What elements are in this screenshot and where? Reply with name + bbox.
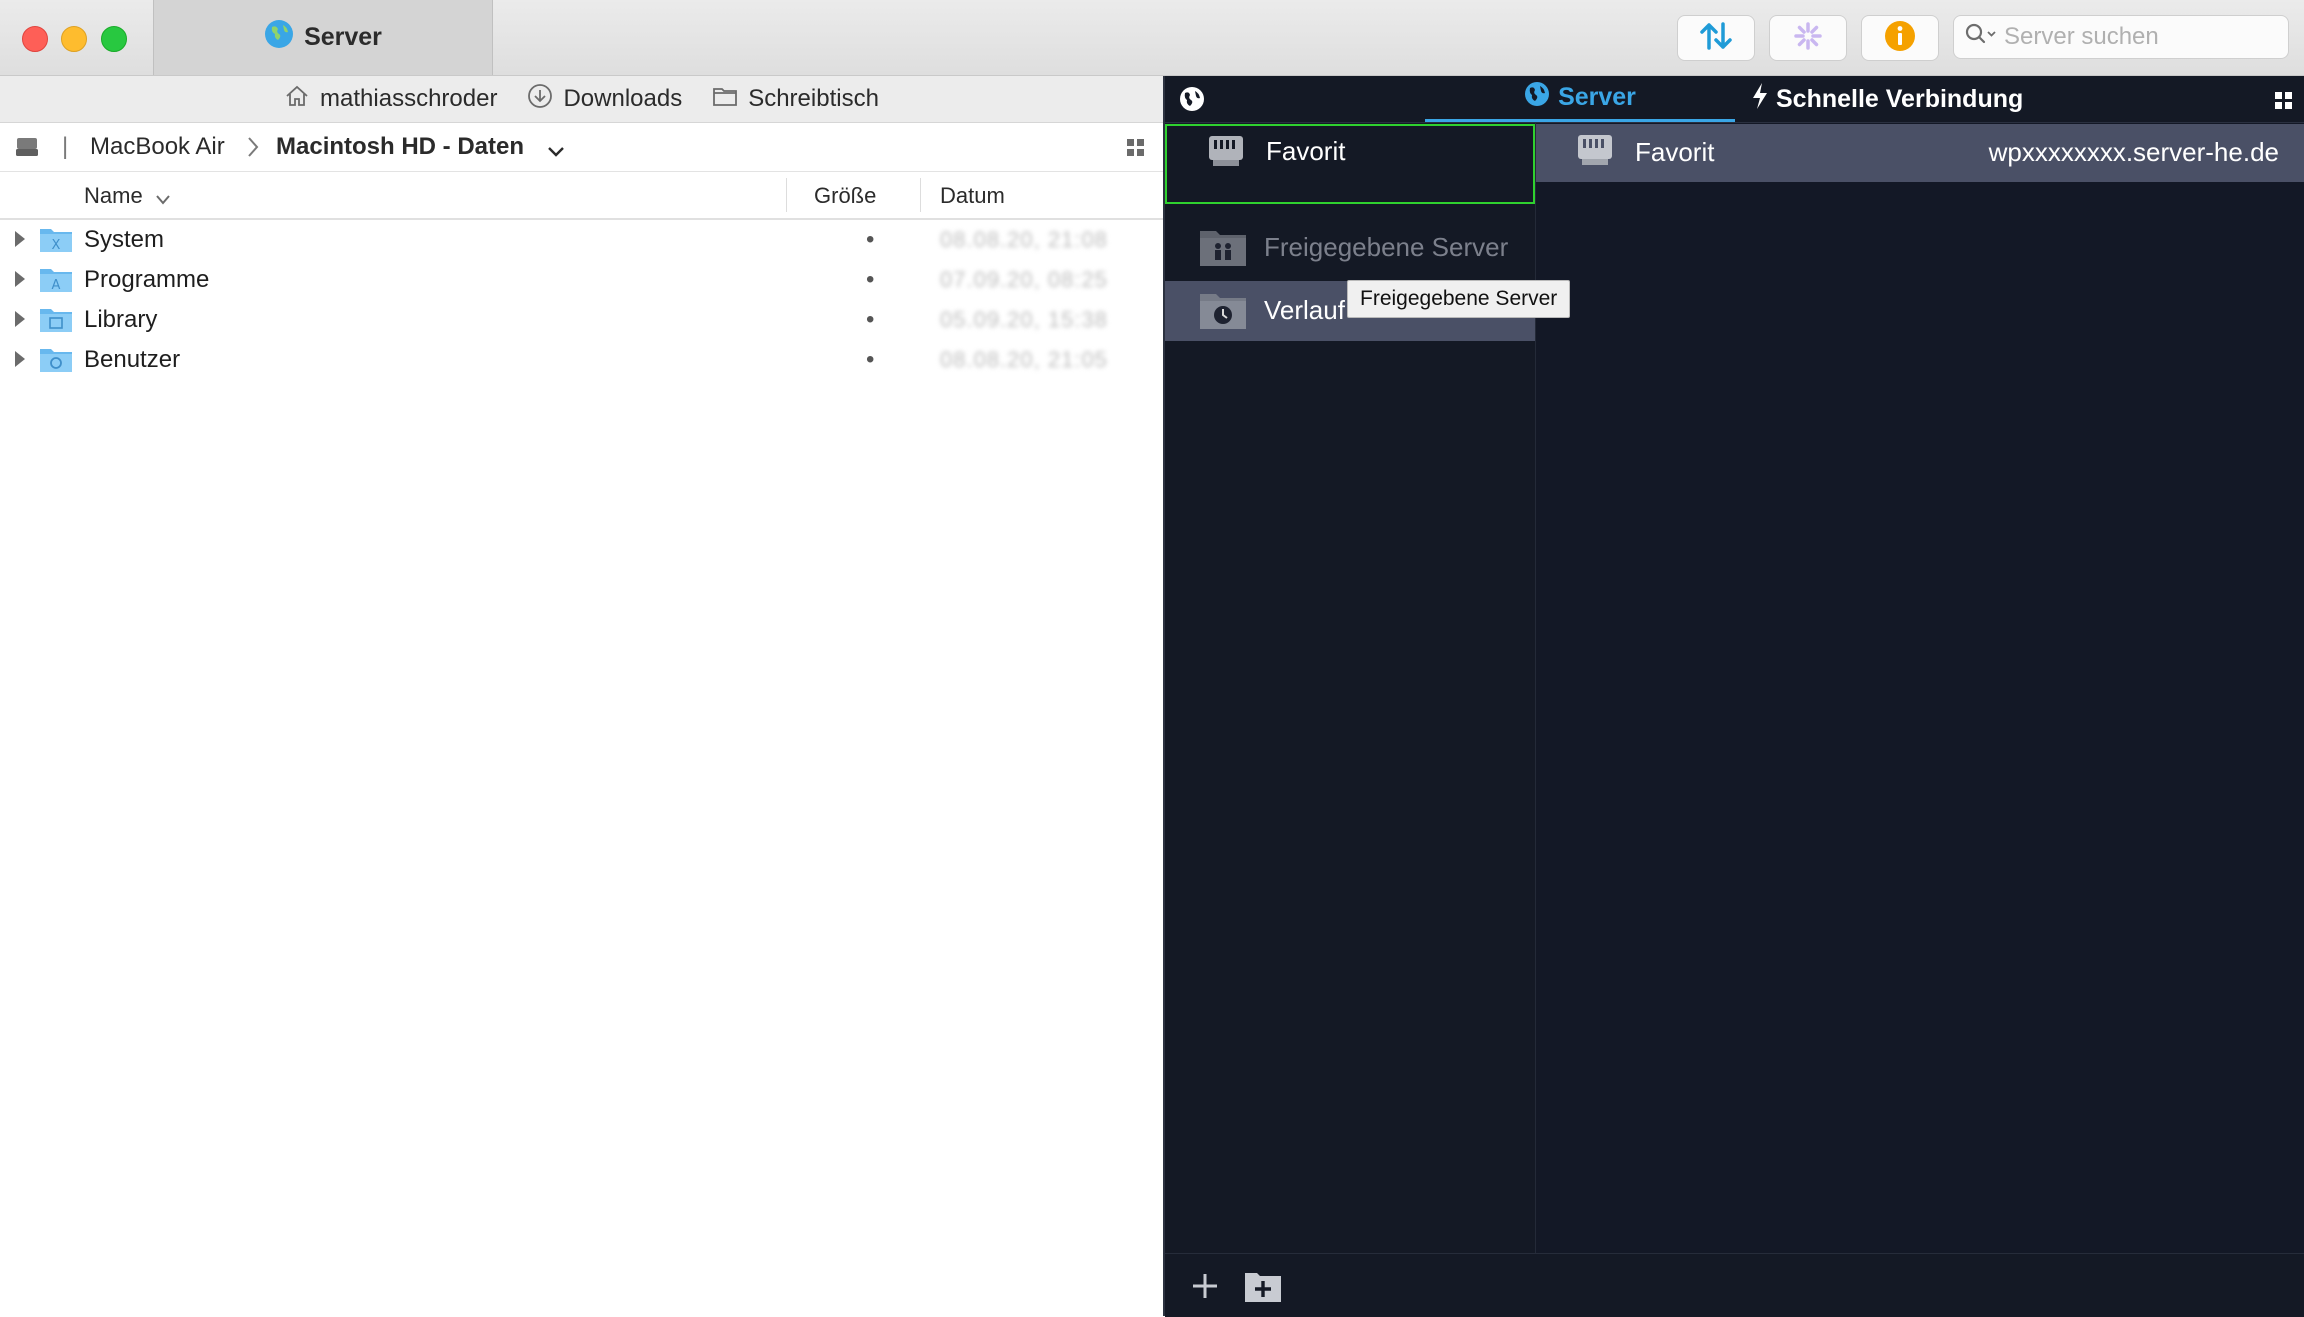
window-tab-server[interactable]: Server bbox=[153, 0, 493, 75]
tab-server-label: Server bbox=[1558, 83, 1636, 111]
file-name: System bbox=[84, 226, 165, 253]
applications-folder-icon: A bbox=[39, 265, 73, 300]
zoom-window-button[interactable] bbox=[101, 26, 127, 52]
file-row[interactable]: Benutzer • 08.08.20, 21:05 bbox=[0, 339, 1163, 379]
favorite-home-label: mathiasschroder bbox=[320, 85, 498, 112]
file-date: 07.09.20, 08:25 bbox=[940, 267, 1108, 292]
path-bar: | MacBook Air Macintosh HD - Daten bbox=[0, 123, 1163, 172]
favorite-home[interactable]: mathiasschroder bbox=[284, 84, 497, 115]
hard-drive-icon[interactable] bbox=[14, 135, 42, 166]
disclosure-triangle-icon[interactable] bbox=[12, 268, 28, 296]
add-icon[interactable] bbox=[1189, 1270, 1221, 1307]
server-host: wpxxxxxxxx.server-he.de bbox=[1988, 137, 2279, 167]
tab-server[interactable]: Server bbox=[1425, 76, 1735, 122]
column-header-name[interactable]: Name bbox=[84, 183, 143, 209]
sidebar-item-label: Favorit bbox=[1266, 136, 1346, 166]
favorite-downloads-label: Downloads bbox=[563, 85, 683, 112]
globe-icon[interactable] bbox=[1179, 86, 1205, 119]
globe-icon bbox=[264, 19, 294, 56]
spinner-icon bbox=[1793, 21, 1823, 56]
disclosure-triangle-icon[interactable] bbox=[12, 348, 28, 376]
sidebar-item-shared-servers[interactable]: Freigegebene Server bbox=[1165, 219, 1535, 275]
file-date: 05.09.20, 15:38 bbox=[940, 307, 1108, 332]
column-divider[interactable] bbox=[920, 178, 921, 212]
activity-button[interactable] bbox=[1769, 15, 1847, 61]
chevron-down-icon[interactable] bbox=[546, 139, 566, 167]
file-size: • bbox=[866, 346, 875, 373]
transfer-button[interactable] bbox=[1677, 15, 1755, 61]
window-tab-label: Server bbox=[304, 23, 382, 51]
ethernet-server-icon bbox=[1574, 131, 1616, 176]
file-row[interactable]: A Programme • 07.09.20, 08:25 bbox=[0, 259, 1163, 299]
favorite-desktop[interactable]: Schreibtisch bbox=[712, 85, 879, 114]
path-volume[interactable]: Macintosh HD - Daten bbox=[276, 133, 524, 161]
library-folder-icon bbox=[39, 305, 73, 340]
server-list-row[interactable]: Favorit wpxxxxxxxx.server-he.de bbox=[1536, 124, 2304, 182]
tooltip: Freigegebene Server bbox=[1347, 280, 1571, 318]
sidebar-item-label: Verlauf bbox=[1264, 295, 1345, 325]
column-divider[interactable] bbox=[786, 178, 787, 212]
column-headers: Name Größe Datum bbox=[0, 172, 1163, 220]
disclosure-triangle-icon[interactable] bbox=[12, 308, 28, 336]
tab-quick-connect[interactable]: Schnelle Verbindung bbox=[1750, 76, 2023, 122]
history-folder-icon bbox=[1199, 288, 1247, 335]
grid-view-icon[interactable] bbox=[1126, 137, 1146, 165]
file-name: Benutzer bbox=[84, 346, 181, 373]
file-size: • bbox=[866, 306, 875, 333]
grid-view-icon[interactable] bbox=[2274, 89, 2294, 118]
file-size: • bbox=[866, 226, 875, 253]
file-date: 08.08.20, 21:05 bbox=[940, 347, 1108, 372]
server-search-field[interactable]: Server suchen bbox=[1953, 15, 2289, 59]
column-header-size[interactable]: Größe bbox=[814, 183, 876, 209]
file-name: Programme bbox=[84, 266, 210, 293]
file-size: • bbox=[866, 266, 875, 293]
favorite-downloads[interactable]: Downloads bbox=[527, 83, 682, 116]
download-icon bbox=[527, 83, 553, 116]
globe-icon bbox=[1524, 81, 1550, 114]
home-icon bbox=[284, 84, 310, 115]
file-row[interactable]: Library • 05.09.20, 15:38 bbox=[0, 299, 1163, 339]
server-panel-tabs: Server Schnelle Verbindung bbox=[1165, 76, 2304, 123]
minimize-window-button[interactable] bbox=[61, 26, 87, 52]
chevron-right-icon bbox=[244, 134, 262, 167]
info-icon bbox=[1884, 20, 1916, 57]
up-down-arrows-icon bbox=[1698, 21, 1734, 56]
favorites-bar: mathiasschroder Downloads Schreibtisch bbox=[0, 76, 1163, 123]
svg-text:A: A bbox=[52, 278, 61, 293]
file-row[interactable]: X System • 08.08.20, 21:08 bbox=[0, 219, 1163, 259]
file-name: Library bbox=[84, 306, 158, 333]
add-folder-icon[interactable] bbox=[1244, 1269, 1282, 1308]
tab-quick-connect-label: Schnelle Verbindung bbox=[1776, 84, 2024, 113]
svg-text:X: X bbox=[52, 238, 61, 253]
users-folder-icon bbox=[39, 345, 73, 380]
search-placeholder: Server suchen bbox=[2004, 23, 2159, 50]
path-device[interactable]: MacBook Air bbox=[90, 133, 225, 161]
sort-chevron-icon[interactable] bbox=[154, 187, 172, 213]
lightning-icon bbox=[1750, 82, 1770, 117]
search-icon bbox=[1964, 22, 1998, 53]
close-window-button[interactable] bbox=[22, 26, 48, 52]
sidebar-item-label: Freigegebene Server bbox=[1264, 232, 1509, 262]
ethernet-server-icon bbox=[1205, 132, 1247, 177]
column-header-date[interactable]: Datum bbox=[940, 183, 1005, 209]
title-bar: Server Server suchen bbox=[0, 0, 2304, 76]
server-list: Favorit wpxxxxxxxx.server-he.de bbox=[1536, 123, 2304, 1316]
favorite-desktop-label: Schreibtisch bbox=[748, 85, 879, 112]
server-name: Favorit bbox=[1635, 137, 1715, 167]
system-folder-icon: X bbox=[39, 225, 73, 260]
path-separator: | bbox=[62, 133, 69, 160]
info-button[interactable] bbox=[1861, 15, 1939, 61]
disclosure-triangle-icon[interactable] bbox=[12, 228, 28, 256]
server-panel-bottom-bar bbox=[1165, 1253, 2304, 1317]
folder-icon bbox=[712, 85, 738, 114]
file-date: 08.08.20, 21:08 bbox=[940, 227, 1108, 252]
shared-folder-icon bbox=[1199, 225, 1247, 272]
sidebar-item-favorit[interactable]: Favorit bbox=[1165, 124, 1535, 204]
